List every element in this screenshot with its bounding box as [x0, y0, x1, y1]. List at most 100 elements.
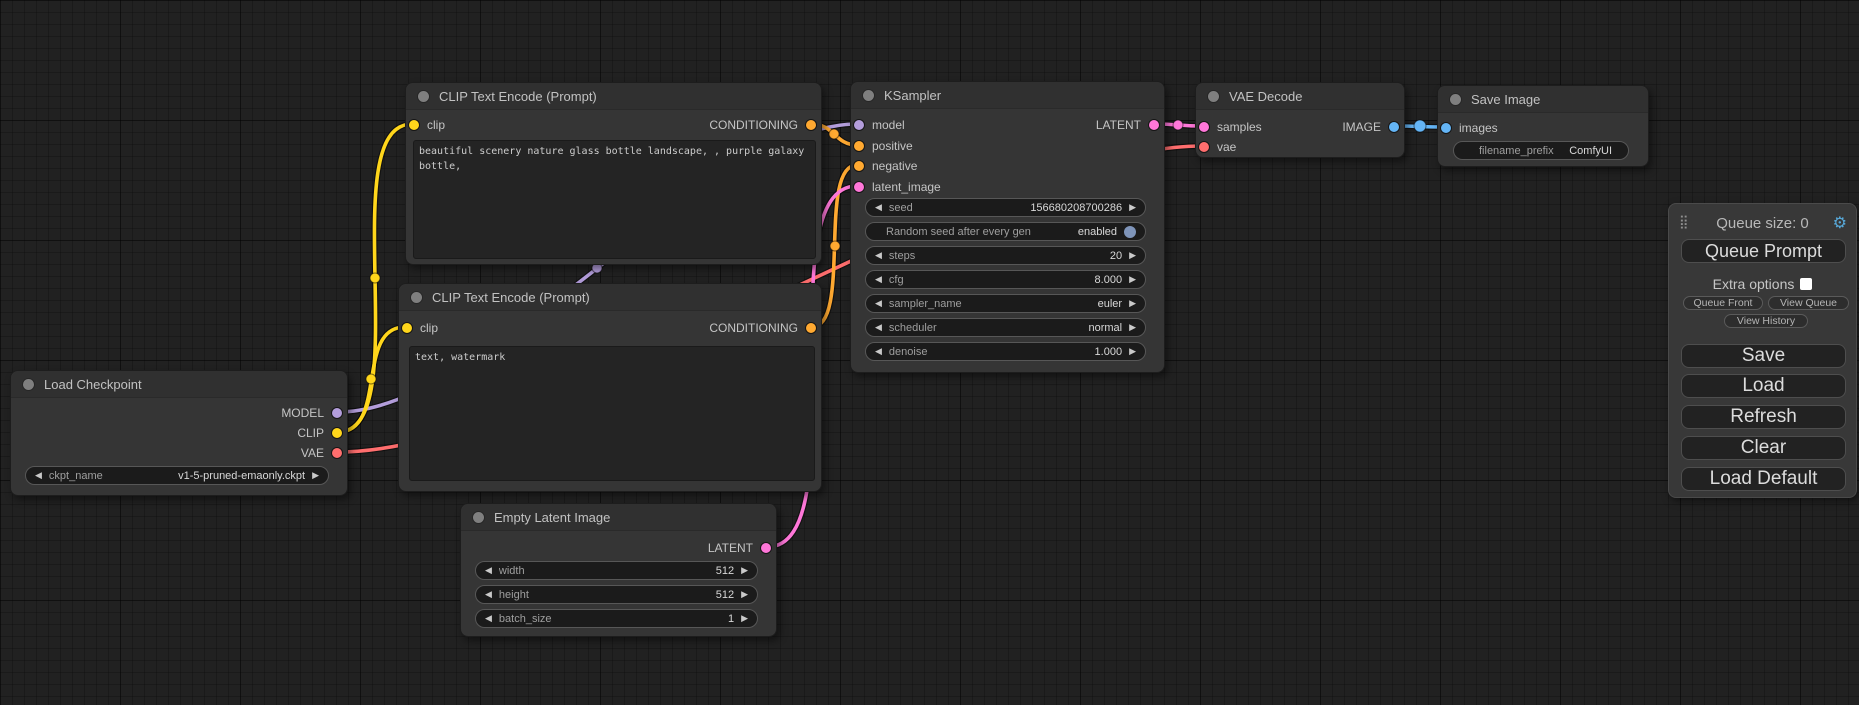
increment-arrow-icon[interactable]: ▶: [741, 590, 748, 599]
negative-prompt-textarea[interactable]: text, watermark: [409, 346, 815, 481]
positive-prompt-textarea[interactable]: beautiful scenery nature glass bottle la…: [413, 140, 816, 259]
node-title: Empty Latent Image: [494, 510, 610, 525]
widget-value: 512: [716, 565, 734, 577]
negative-input-port[interactable]: [854, 161, 864, 171]
queue-front-button[interactable]: Queue Front: [1683, 296, 1763, 310]
collapse-icon[interactable]: [418, 91, 429, 102]
random-seed-toggle-widget[interactable]: Random seed after every gen enabled: [865, 222, 1146, 241]
width-widget[interactable]: ◀ width 512 ▶: [475, 561, 758, 580]
widget-name: batch_size: [499, 613, 721, 625]
decrement-arrow-icon[interactable]: ◀: [35, 471, 42, 480]
filename-prefix-widget[interactable]: filename_prefix ComfyUI: [1453, 141, 1629, 160]
node-clip-text-encode-positive[interactable]: CLIP Text Encode (Prompt) clip CONDITION…: [405, 82, 822, 265]
decrement-arrow-icon[interactable]: ◀: [875, 299, 882, 308]
widget-value: 512: [716, 589, 734, 601]
samples-input-port[interactable]: [1199, 122, 1209, 132]
increment-arrow-icon[interactable]: ▶: [741, 614, 748, 623]
collapse-icon[interactable]: [863, 90, 874, 101]
extra-options-row: Extra options: [1669, 276, 1856, 292]
input-slot-samples: samples: [1199, 119, 1262, 135]
node-save-image[interactable]: Save Image images filename_prefix ComfyU…: [1437, 85, 1649, 167]
widget-name: Random seed after every gen: [886, 226, 1071, 238]
node-title-bar[interactable]: CLIP Text Encode (Prompt): [399, 284, 821, 311]
conditioning-output-port[interactable]: [806, 323, 816, 333]
node-load-checkpoint[interactable]: Load Checkpoint MODEL CLIP VAE ◀ ckpt_na…: [10, 370, 348, 496]
image-output-port[interactable]: [1389, 122, 1399, 132]
refresh-button[interactable]: Refresh: [1681, 405, 1846, 429]
increment-arrow-icon[interactable]: ▶: [1129, 347, 1136, 356]
decrement-arrow-icon[interactable]: ◀: [875, 203, 882, 212]
height-widget[interactable]: ◀ height 512 ▶: [475, 585, 758, 604]
node-ksampler[interactable]: KSampler model positive negative latent_…: [850, 81, 1165, 373]
seed-widget[interactable]: ◀ seed 156680208700286 ▶: [865, 198, 1146, 217]
batch-size-widget[interactable]: ◀ batch_size 1 ▶: [475, 609, 758, 628]
decrement-arrow-icon[interactable]: ◀: [875, 323, 882, 332]
node-title-bar[interactable]: Empty Latent Image: [461, 504, 776, 531]
cfg-widget[interactable]: ◀ cfg 8.000 ▶: [865, 270, 1146, 289]
positive-input-port[interactable]: [854, 141, 864, 151]
clear-button[interactable]: Clear: [1681, 436, 1846, 460]
model-output-port[interactable]: [332, 408, 342, 418]
scheduler-widget[interactable]: ◀ scheduler normal ▶: [865, 318, 1146, 337]
view-history-button[interactable]: View History: [1724, 314, 1808, 328]
latent-image-input-port[interactable]: [854, 182, 864, 192]
steps-widget[interactable]: ◀ steps 20 ▶: [865, 246, 1146, 265]
widget-name: height: [499, 589, 709, 601]
load-button[interactable]: Load: [1681, 374, 1846, 398]
increment-arrow-icon[interactable]: ▶: [1129, 323, 1136, 332]
slot-label: positive: [872, 139, 913, 153]
node-clip-text-encode-negative[interactable]: CLIP Text Encode (Prompt) clip CONDITION…: [398, 283, 822, 492]
node-title-bar[interactable]: Save Image: [1438, 86, 1648, 113]
increment-arrow-icon[interactable]: ▶: [1129, 299, 1136, 308]
node-title-bar[interactable]: KSampler: [851, 82, 1164, 109]
increment-arrow-icon[interactable]: ▶: [1129, 251, 1136, 260]
model-input-port[interactable]: [854, 120, 864, 130]
node-title-bar[interactable]: CLIP Text Encode (Prompt): [406, 83, 821, 110]
increment-arrow-icon[interactable]: ▶: [312, 471, 319, 480]
vae-input-port[interactable]: [1199, 142, 1209, 152]
node-empty-latent-image[interactable]: Empty Latent Image LATENT ◀ width 512 ▶ …: [460, 503, 777, 637]
collapse-icon[interactable]: [1208, 91, 1219, 102]
queue-prompt-button[interactable]: Queue Prompt: [1681, 239, 1846, 263]
clip-input-port[interactable]: [402, 323, 412, 333]
increment-arrow-icon[interactable]: ▶: [1129, 275, 1136, 284]
comfyui-canvas[interactable]: { "app": "ComfyUI node graph", "type_col…: [0, 0, 1859, 705]
increment-arrow-icon[interactable]: ▶: [1129, 203, 1136, 212]
load-default-button[interactable]: Load Default: [1681, 467, 1846, 491]
slot-label: clip: [420, 321, 438, 335]
clip-input-port[interactable]: [409, 120, 419, 130]
node-title-bar[interactable]: VAE Decode: [1196, 83, 1404, 110]
sampler-name-widget[interactable]: ◀ sampler_name euler ▶: [865, 294, 1146, 313]
decrement-arrow-icon[interactable]: ◀: [485, 614, 492, 623]
node-vae-decode[interactable]: VAE Decode samples vae IMAGE: [1195, 82, 1405, 158]
toggle-enabled-icon[interactable]: [1124, 226, 1136, 238]
latent-output-port[interactable]: [761, 543, 771, 553]
conditioning-output-port[interactable]: [806, 120, 816, 130]
collapse-icon[interactable]: [23, 379, 34, 390]
decrement-arrow-icon[interactable]: ◀: [875, 347, 882, 356]
node-title-bar[interactable]: Load Checkpoint: [11, 371, 347, 398]
queue-panel[interactable]: ⣿ Queue size: 0 ⚙ Queue Prompt Extra opt…: [1668, 203, 1857, 498]
gear-icon[interactable]: ⚙: [1833, 213, 1847, 233]
images-input-port[interactable]: [1441, 123, 1451, 133]
collapse-icon[interactable]: [411, 292, 422, 303]
decrement-arrow-icon[interactable]: ◀: [875, 251, 882, 260]
save-button[interactable]: Save: [1681, 344, 1846, 368]
collapse-icon[interactable]: [1450, 94, 1461, 105]
extra-options-checkbox[interactable]: [1800, 278, 1812, 290]
node-title: CLIP Text Encode (Prompt): [432, 290, 590, 305]
decrement-arrow-icon[interactable]: ◀: [485, 590, 492, 599]
decrement-arrow-icon[interactable]: ◀: [875, 275, 882, 284]
view-queue-button[interactable]: View Queue: [1768, 296, 1849, 310]
ckpt-name-widget[interactable]: ◀ ckpt_name v1-5-pruned-emaonly.ckpt ▶: [25, 466, 329, 485]
decrement-arrow-icon[interactable]: ◀: [485, 566, 492, 575]
vae-output-port[interactable]: [332, 448, 342, 458]
clip-output-port[interactable]: [332, 428, 342, 438]
increment-arrow-icon[interactable]: ▶: [741, 566, 748, 575]
denoise-widget[interactable]: ◀ denoise 1.000 ▶: [865, 342, 1146, 361]
input-slot-positive: positive: [854, 138, 913, 154]
collapse-icon[interactable]: [473, 512, 484, 523]
latent-output-port[interactable]: [1149, 120, 1159, 130]
output-slot-vae: VAE: [301, 445, 342, 461]
widget-name: scheduler: [889, 322, 1082, 334]
